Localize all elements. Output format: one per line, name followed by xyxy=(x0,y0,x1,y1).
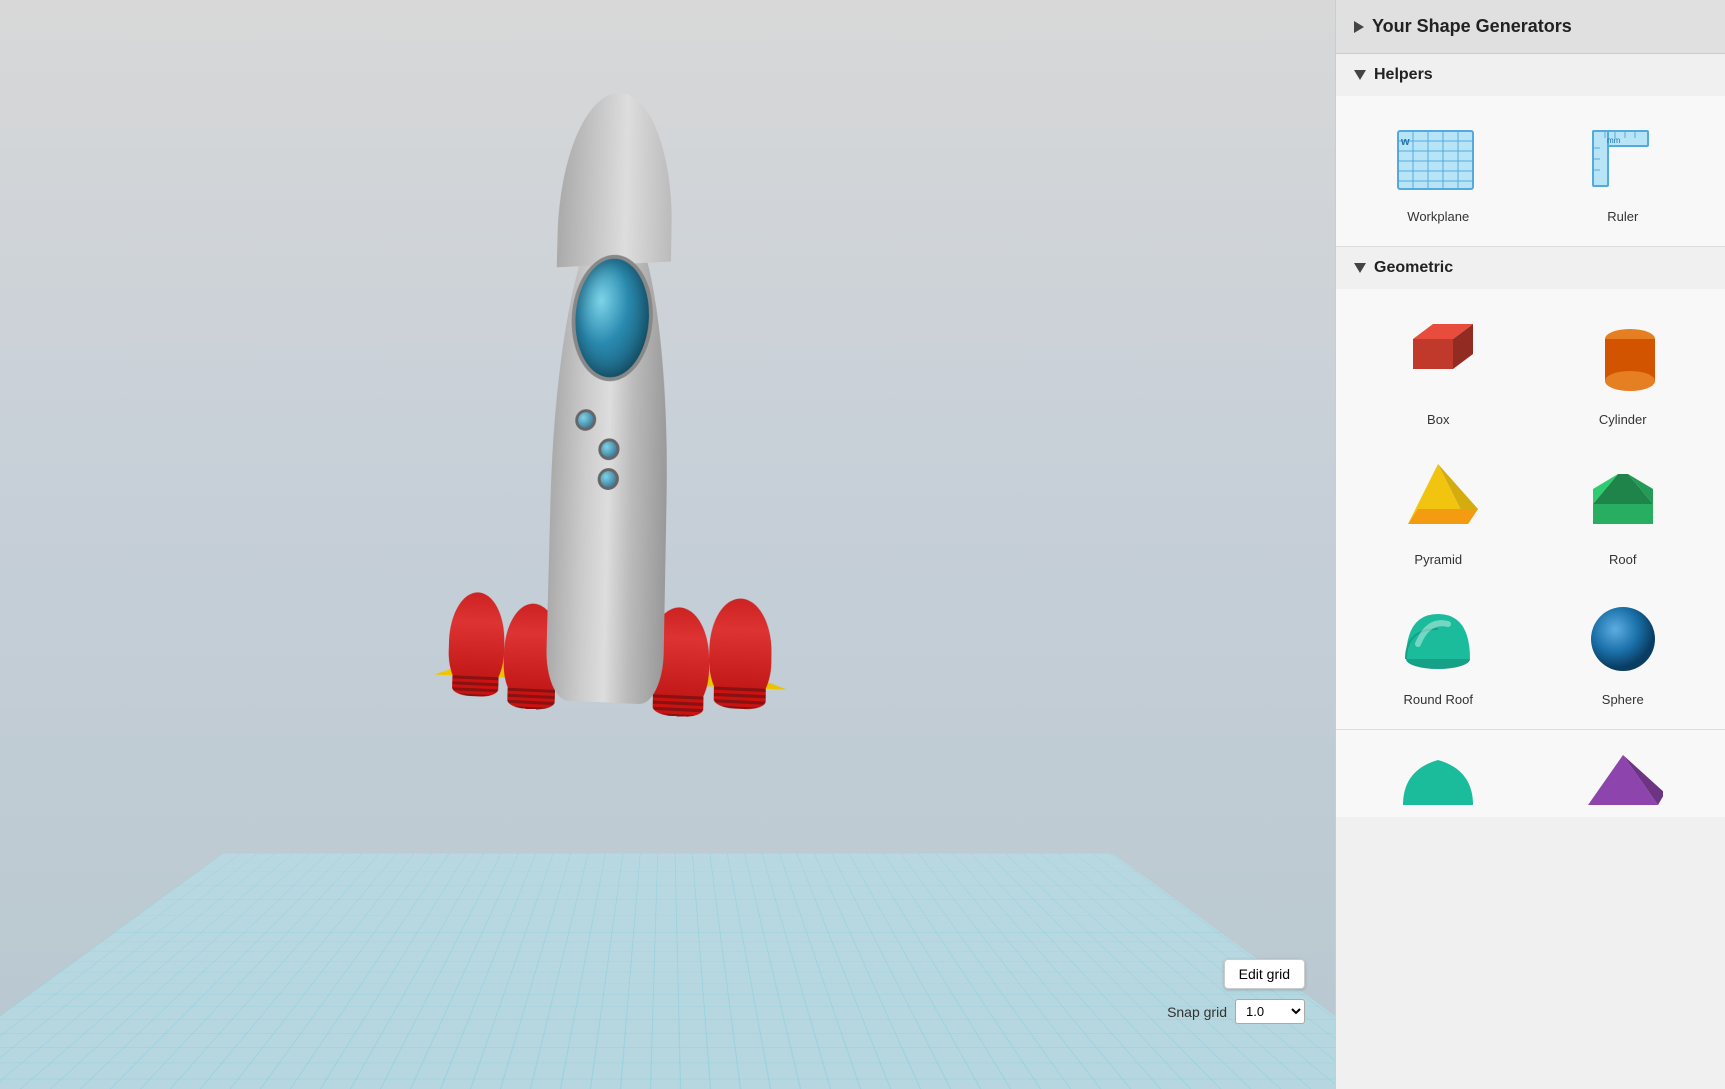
snap-grid-label: Snap grid xyxy=(1167,1004,1227,1020)
snap-grid-select[interactable]: 1.0 0.1 0.25 0.5 2.0 5.0 10.0 xyxy=(1235,999,1305,1024)
partial-shape-2-icon xyxy=(1583,755,1663,805)
shape-generators-collapse-icon xyxy=(1354,21,1364,33)
partial-shape-1-icon xyxy=(1398,755,1478,805)
roof-item[interactable]: Roof xyxy=(1531,439,1716,579)
partial-shape-2[interactable] xyxy=(1531,740,1716,817)
porthole-2 xyxy=(598,438,620,460)
pyramid-label: Pyramid xyxy=(1414,552,1462,567)
workplane-icon: w xyxy=(1393,121,1483,201)
round-roof-label: Round Roof xyxy=(1404,692,1473,707)
edit-grid-button[interactable]: Edit grid xyxy=(1224,959,1305,989)
geometric-section: Geometric Box xyxy=(1336,247,1725,730)
roof-label: Roof xyxy=(1609,552,1636,567)
workplane-item[interactable]: w Workplane xyxy=(1346,106,1531,236)
box-label: Box xyxy=(1427,412,1449,427)
right-panel: Your Shape Generators Helpers xyxy=(1335,0,1725,1089)
cylinder-icon xyxy=(1578,314,1668,404)
workplane-label: Workplane xyxy=(1407,209,1469,224)
ruler-icon: mm xyxy=(1583,121,1663,201)
helpers-section: Helpers w xyxy=(1336,54,1725,247)
partial-shape-1[interactable] xyxy=(1346,740,1531,817)
rocket-nose xyxy=(556,87,673,266)
helpers-collapse-icon xyxy=(1354,70,1366,80)
cylinder-label: Cylinder xyxy=(1599,412,1647,427)
porthole-1 xyxy=(574,409,595,431)
svg-text:w: w xyxy=(1400,136,1410,148)
snap-grid-row: Snap grid 1.0 0.1 0.25 0.5 2.0 5.0 10.0 xyxy=(1167,999,1305,1024)
geometric-title: Geometric xyxy=(1374,259,1453,277)
pyramid-item[interactable]: Pyramid xyxy=(1346,439,1531,579)
geometric-collapse-icon xyxy=(1354,263,1366,273)
shape-generators-title: Your Shape Generators xyxy=(1372,16,1572,37)
pyramid-icon xyxy=(1393,454,1483,544)
ruler-label: Ruler xyxy=(1607,209,1638,224)
cylinder-item[interactable]: Cylinder xyxy=(1531,299,1716,439)
sphere-item[interactable]: Sphere xyxy=(1531,579,1716,719)
booster-front-right xyxy=(708,597,772,704)
helpers-grid: w Workplane xyxy=(1336,96,1725,246)
svg-text:mm: mm xyxy=(1607,136,1621,145)
roof-icon xyxy=(1578,454,1668,544)
rocket-scene xyxy=(80,10,1135,969)
round-roof-icon xyxy=(1393,594,1483,684)
sphere-label: Sphere xyxy=(1602,692,1644,707)
rocket-model xyxy=(400,94,823,909)
more-shapes-partial xyxy=(1336,730,1725,817)
round-roof-item[interactable]: Round Roof xyxy=(1346,579,1531,719)
ruler-item[interactable]: mm Ruler xyxy=(1531,106,1716,236)
shape-generators-header[interactable]: Your Shape Generators xyxy=(1336,0,1725,54)
helpers-header[interactable]: Helpers xyxy=(1336,54,1725,96)
sphere-icon xyxy=(1578,594,1668,684)
porthole-3 xyxy=(597,468,619,490)
3d-viewport[interactable]: Edit grid Snap grid 1.0 0.1 0.25 0.5 2.0… xyxy=(0,0,1335,1089)
geometric-grid: Box Cylinder Pyr xyxy=(1336,289,1725,729)
box-item[interactable]: Box xyxy=(1346,299,1531,439)
booster-front-left xyxy=(447,591,505,692)
helpers-title: Helpers xyxy=(1374,66,1433,84)
box-icon xyxy=(1393,314,1483,404)
geometric-header[interactable]: Geometric xyxy=(1336,247,1725,289)
